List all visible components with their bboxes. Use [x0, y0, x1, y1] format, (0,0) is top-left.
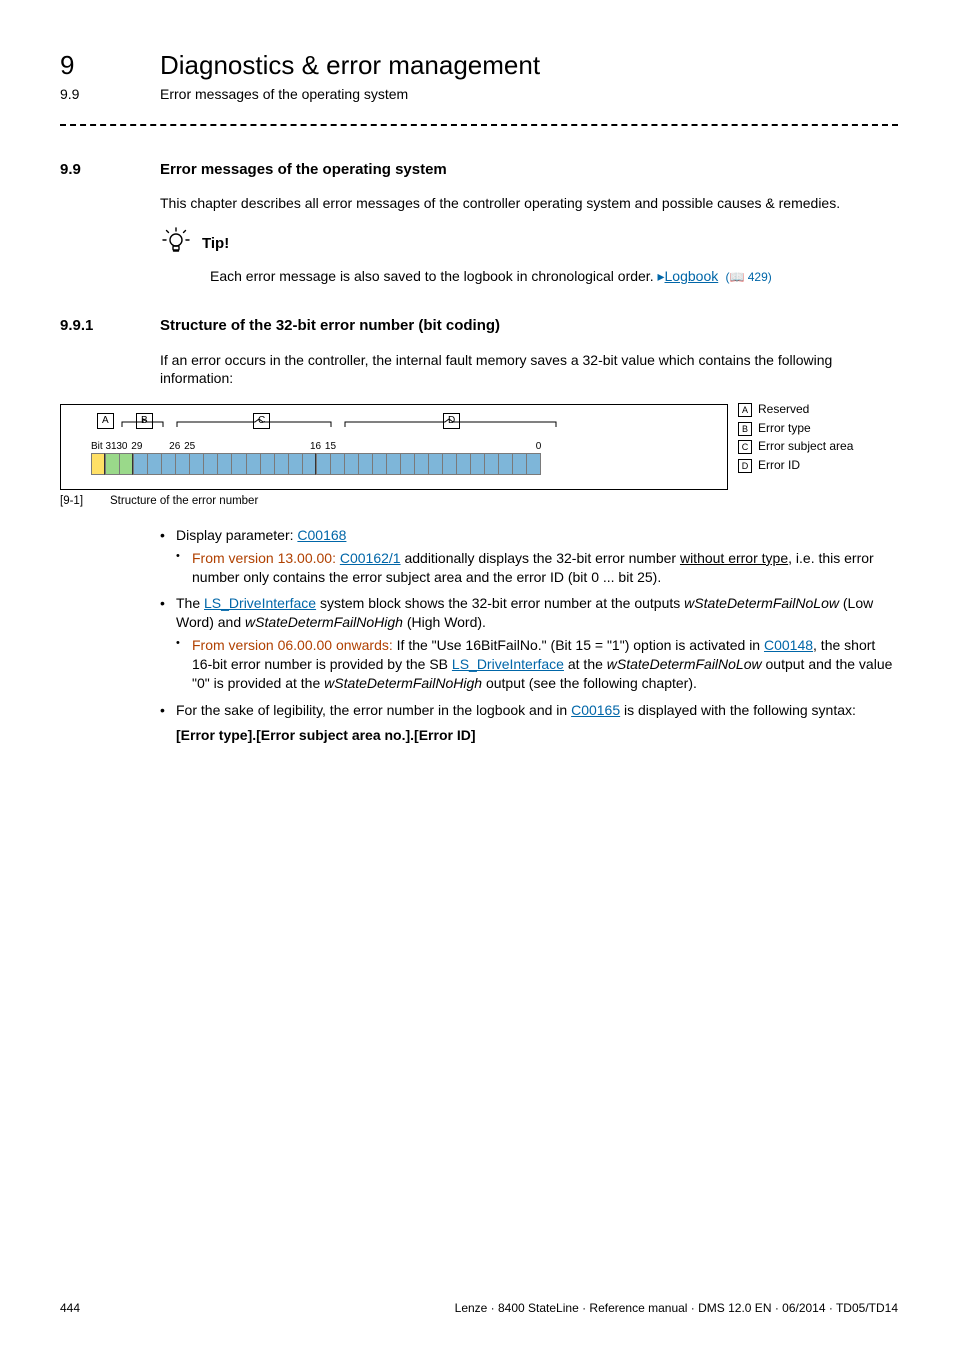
error-syntax: [Error type].[Error subject area no.].[E… — [176, 727, 476, 743]
tip-box: Tip! Each error message is also saved to… — [160, 225, 898, 286]
section-number: 9.9 — [60, 160, 160, 180]
tip-body-text: Each error message is also saved to the … — [210, 268, 657, 284]
subsection-number: 9.9.1 — [60, 316, 160, 336]
logbook-pageref[interactable]: (📖 429) — [722, 270, 772, 284]
figure-legend: AReserved BError type CError subject are… — [738, 400, 898, 490]
fig-label-c: C — [253, 413, 270, 429]
figure-caption-text: Structure of the error number — [110, 495, 258, 507]
subchapter-heading: 9.9Error messages of the operating syste… — [60, 85, 898, 104]
tip-label: Tip! — [202, 234, 229, 254]
bullet-driveinterface: The LS_DriveInterface system block shows… — [160, 594, 898, 692]
legend-d: Error ID — [758, 458, 800, 472]
bullet-legibility: For the sake of legibility, the error nu… — [160, 701, 898, 745]
subsection-title: Structure of the 32-bit error number (bi… — [160, 317, 500, 334]
figure-error-number: A B C D — [60, 400, 898, 490]
tip-body: Each error message is also saved to the … — [210, 267, 898, 286]
section-title: Error messages of the operating system — [160, 161, 447, 178]
section-heading: 9.9Error messages of the operating syste… — [60, 160, 898, 180]
fig-label-b: B — [136, 413, 153, 429]
logbook-link[interactable]: Logbook — [665, 268, 719, 284]
link-c00168[interactable]: C00168 — [297, 527, 346, 543]
bullet-display-sub: From version 13.00.00: C00162/1 addition… — [176, 549, 898, 587]
chapter-heading: 9Diagnostics & error management — [60, 48, 898, 83]
subsection-heading: 9.9.1Structure of the 32-bit error numbe… — [60, 316, 898, 336]
footer-right: Lenze · 8400 StateLine · Reference manua… — [455, 1300, 898, 1316]
bullet-display-parameter: Display parameter: C00168 From version 1… — [160, 526, 898, 587]
legend-a: Reserved — [758, 402, 809, 416]
subchapter-title: Error messages of the operating system — [160, 86, 408, 102]
fig-label-d: D — [443, 413, 460, 429]
separator-line — [60, 124, 898, 126]
link-ls-driveinterface-2[interactable]: LS_DriveInterface — [452, 656, 564, 672]
fig-label-a: A — [97, 413, 114, 429]
link-c00162-1[interactable]: C00162/1 — [340, 550, 401, 566]
link-c00165[interactable]: C00165 — [571, 702, 620, 718]
figure-caption-num: [9-1] — [60, 494, 110, 510]
subsection-intro-paragraph: If an error occurs in the controller, th… — [160, 351, 898, 389]
section-intro-paragraph: This chapter describes all error message… — [160, 194, 898, 213]
link-ls-driveinterface[interactable]: LS_DriveInterface — [204, 595, 316, 611]
page-number: 444 — [60, 1300, 80, 1316]
legend-c: Error subject area — [758, 439, 853, 453]
page-footer: 444 Lenze · 8400 StateLine · Reference m… — [60, 1300, 898, 1316]
lightbulb-icon — [160, 225, 192, 263]
figure-caption: [9-1]Structure of the error number — [60, 494, 898, 510]
chapter-number: 9 — [60, 48, 160, 83]
bullet-driveinterface-sub: From version 06.00.00 onwards: If the "U… — [176, 636, 898, 693]
subchapter-number: 9.9 — [60, 85, 160, 104]
chapter-title: Diagnostics & error management — [160, 50, 540, 80]
legend-b: Error type — [758, 421, 811, 435]
link-c00148[interactable]: C00148 — [764, 637, 813, 653]
